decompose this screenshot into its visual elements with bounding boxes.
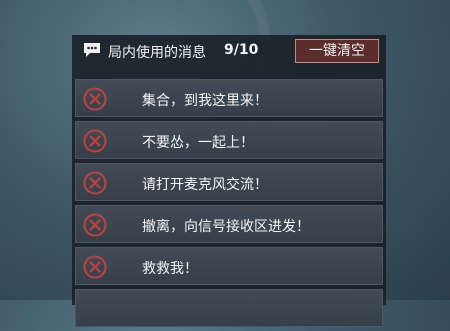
- delete-icon[interactable]: [82, 212, 108, 238]
- message-row: 请打开麦克风交流！: [75, 163, 383, 201]
- message-row: 救救我！: [75, 247, 383, 285]
- message-row: 不要怂，一起上！: [75, 121, 383, 159]
- panel-header: 局内使用的消息 9/10 一键清空: [72, 35, 386, 67]
- message-list: 集合，到我这里来！ 不要怂，一起上！ 请打开麦克风交流！ 撤离，向信号接收区进发…: [75, 79, 383, 331]
- message-text[interactable]: 撤离，向信号接收区进发！: [142, 216, 310, 236]
- message-row: 集合，到我这里来！: [75, 79, 383, 117]
- delete-icon[interactable]: [82, 128, 108, 154]
- message-count: 9/10: [224, 42, 259, 58]
- message-text[interactable]: 救救我！: [142, 258, 198, 278]
- chat-bubble-icon: [84, 43, 100, 57]
- panel-title: 局内使用的消息: [108, 45, 206, 61]
- message-row: 撤离，向信号接收区进发！: [75, 205, 383, 243]
- delete-icon[interactable]: [82, 254, 108, 280]
- message-text[interactable]: 请打开麦克风交流！: [142, 174, 268, 194]
- delete-icon[interactable]: [82, 170, 108, 196]
- clear-all-button[interactable]: 一键清空: [295, 39, 379, 63]
- message-row-partial: [75, 289, 383, 327]
- delete-icon[interactable]: [82, 86, 108, 112]
- quick-message-panel: 局内使用的消息 9/10 一键清空 集合，到我这里来！ 不要怂，一起上！ 请打开…: [72, 35, 386, 327]
- message-text[interactable]: 不要怂，一起上！: [142, 132, 254, 152]
- message-text[interactable]: 集合，到我这里来！: [142, 90, 268, 110]
